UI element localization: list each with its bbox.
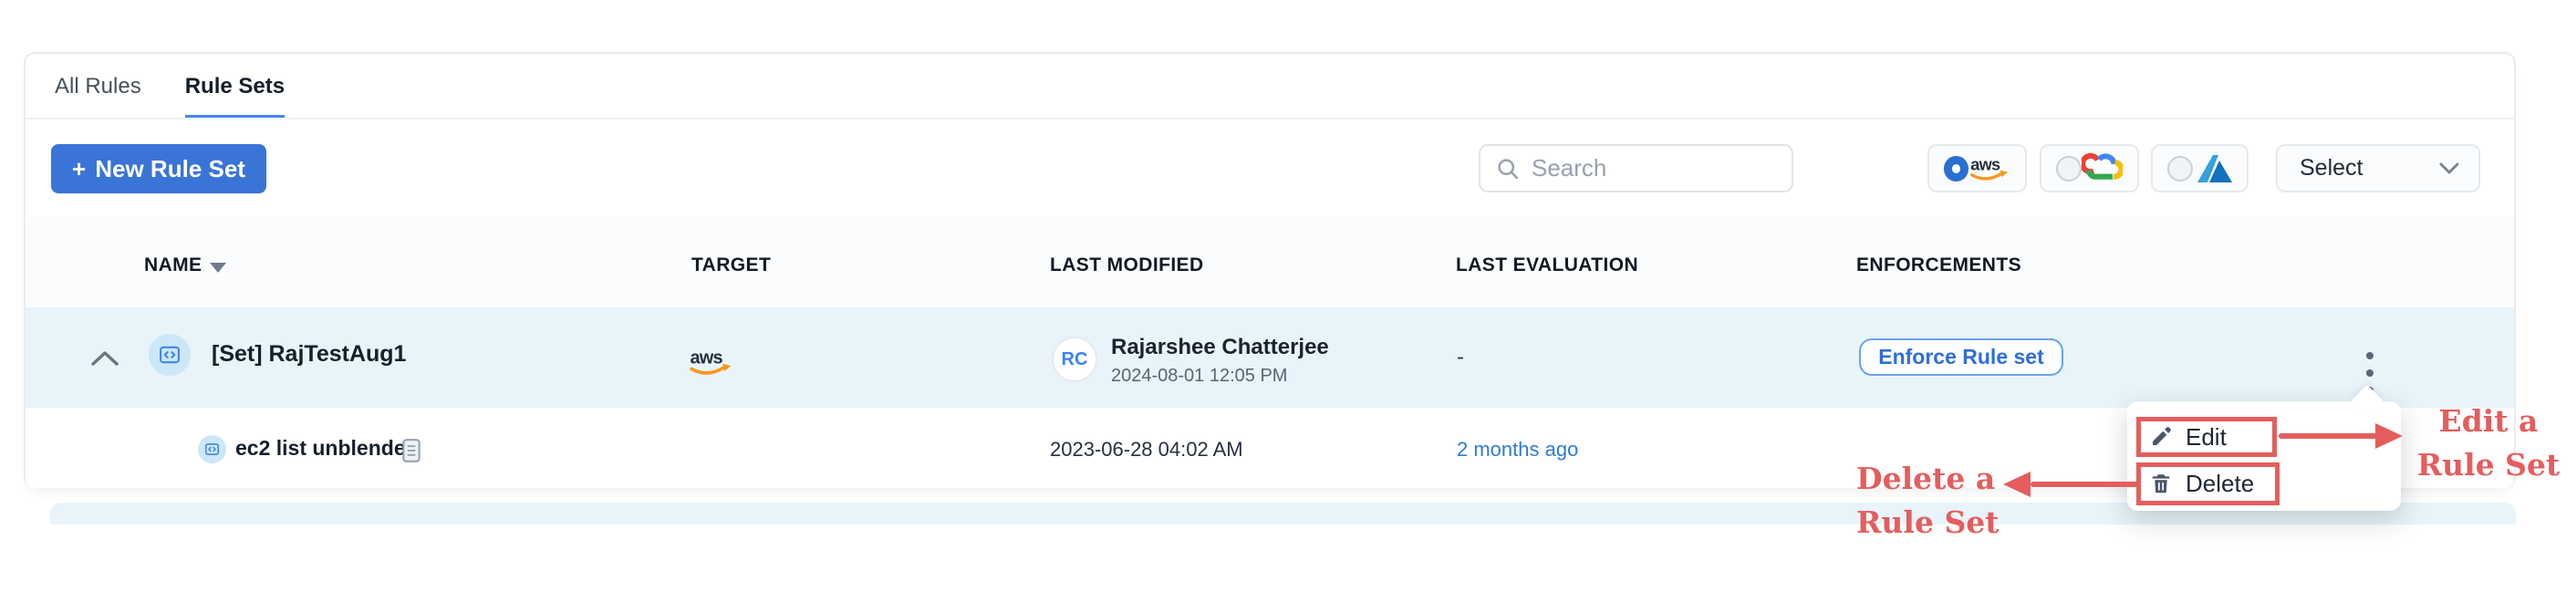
aws-radio-selected[interactable] — [1944, 156, 1968, 182]
azure-radio[interactable] — [2167, 156, 2193, 182]
tab-rule-sets-label: Rule Sets — [185, 74, 285, 99]
rule-name[interactable]: ec2 list unblended — [235, 436, 419, 461]
rule-modified-date: 2023-06-28 04:02 AM — [1050, 438, 1243, 462]
search-icon — [1495, 156, 1521, 182]
tab-bar: All Rules Rule Sets — [26, 54, 2514, 119]
edit-annotation-arrow-line — [2279, 433, 2379, 439]
table-header-band — [26, 217, 2514, 307]
svg-text:aws: aws — [691, 348, 723, 368]
select-dropdown[interactable]: Select — [2276, 144, 2480, 192]
last-evaluation-value: - — [1457, 345, 1464, 370]
column-header-name[interactable]: NAME — [144, 254, 202, 276]
rule-icon — [203, 441, 221, 458]
modified-date: 2024-08-01 12:05 PM — [1111, 366, 1287, 387]
edit-annotation-line1: Edit a — [2406, 400, 2571, 443]
rule-badge — [198, 435, 226, 463]
provider-toggle-aws[interactable]: aws — [1927, 144, 2027, 192]
enforce-rule-set-label: Enforce Rule set — [1878, 345, 2044, 369]
sort-desc-icon[interactable] — [210, 263, 226, 273]
chevron-down-icon — [2438, 161, 2460, 176]
avatar: RC — [1052, 337, 1097, 382]
provider-toggle-azure[interactable] — [2151, 144, 2249, 192]
avatar-initials: RC — [1062, 349, 1088, 370]
aws-target-icon: aws — [688, 344, 733, 380]
collapse-chevron-up-icon[interactable] — [89, 349, 120, 368]
tab-rule-sets[interactable]: Rule Sets — [185, 54, 285, 119]
edit-annotation-arrowhead-icon — [2375, 423, 2403, 449]
rule-last-evaluation-link[interactable]: 2 months ago — [1457, 438, 1578, 462]
column-header-target: TARGET — [691, 254, 771, 276]
delete-annotation-arrow-line — [2031, 482, 2138, 487]
svg-text:aws: aws — [1971, 155, 2001, 173]
tab-all-rules-label: All Rules — [55, 74, 141, 99]
edit-annotation-box — [2136, 417, 2277, 457]
provider-toggle-gcp[interactable] — [2040, 144, 2139, 192]
gcp-radio[interactable] — [2056, 156, 2082, 182]
search-input[interactable] — [1532, 154, 1778, 182]
tab-separator — [26, 118, 2514, 119]
copy-icon[interactable] — [401, 438, 421, 463]
column-header-last-modified: LAST MODIFIED — [1050, 254, 1204, 276]
delete-annotation-line1: Delete a — [1856, 457, 2039, 501]
select-label: Select — [2300, 155, 2363, 182]
tab-all-rules[interactable]: All Rules — [55, 54, 141, 119]
rule-set-name[interactable]: [Set] RajTestAug1 — [212, 341, 406, 368]
delete-annotation-text: Delete a Rule Set — [1856, 457, 2039, 545]
delete-annotation-line2: Rule Set — [1856, 501, 2039, 545]
rule-set-badge — [149, 334, 191, 376]
search-box — [1479, 144, 1793, 192]
edit-annotation-text: Edit a Rule Set — [2406, 400, 2571, 487]
rule-sets-page: All Rules Rule Sets + New Rule Set aws — [0, 0, 2576, 602]
new-rule-set-button[interactable]: + New Rule Set — [51, 144, 266, 193]
rule-set-icon — [157, 342, 182, 368]
column-header-enforcements: ENFORCEMENTS — [1856, 254, 2021, 276]
column-header-last-evaluation: LAST EVALUATION — [1456, 254, 1638, 276]
new-rule-set-label: New Rule Set — [95, 155, 245, 183]
azure-logo-icon — [2196, 152, 2232, 185]
modified-by-name: Rajarshee Chatterjee — [1111, 335, 1329, 360]
gcp-logo-icon — [2082, 151, 2123, 186]
delete-annotation-box — [2136, 462, 2280, 505]
edit-annotation-line2: Rule Set — [2406, 443, 2571, 487]
aws-logo-icon: aws — [1968, 151, 2010, 186]
plus-icon: + — [72, 155, 86, 183]
enforce-rule-set-button[interactable]: Enforce Rule set — [1859, 338, 2063, 376]
